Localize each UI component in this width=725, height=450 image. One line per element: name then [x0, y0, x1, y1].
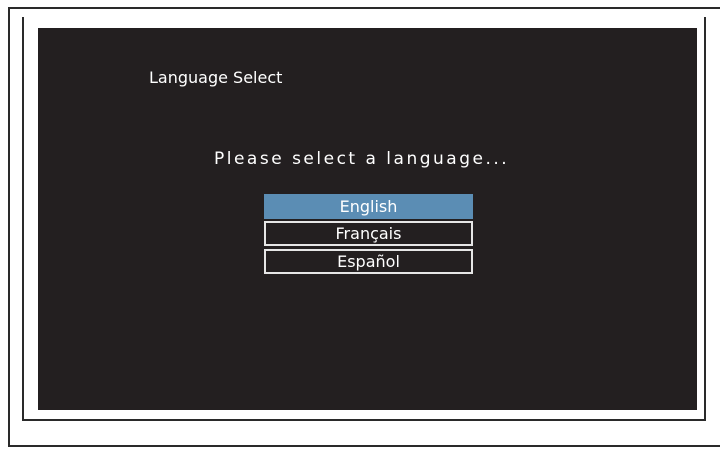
language-option-espanol[interactable]: Español [264, 249, 473, 274]
screen-title: Language Select [149, 68, 283, 87]
language-select-screen: Language Select Please select a language… [38, 28, 697, 410]
language-option-english[interactable]: English [264, 194, 473, 219]
language-option-francais[interactable]: Français [264, 221, 473, 246]
language-prompt: Please select a language... [214, 149, 510, 169]
